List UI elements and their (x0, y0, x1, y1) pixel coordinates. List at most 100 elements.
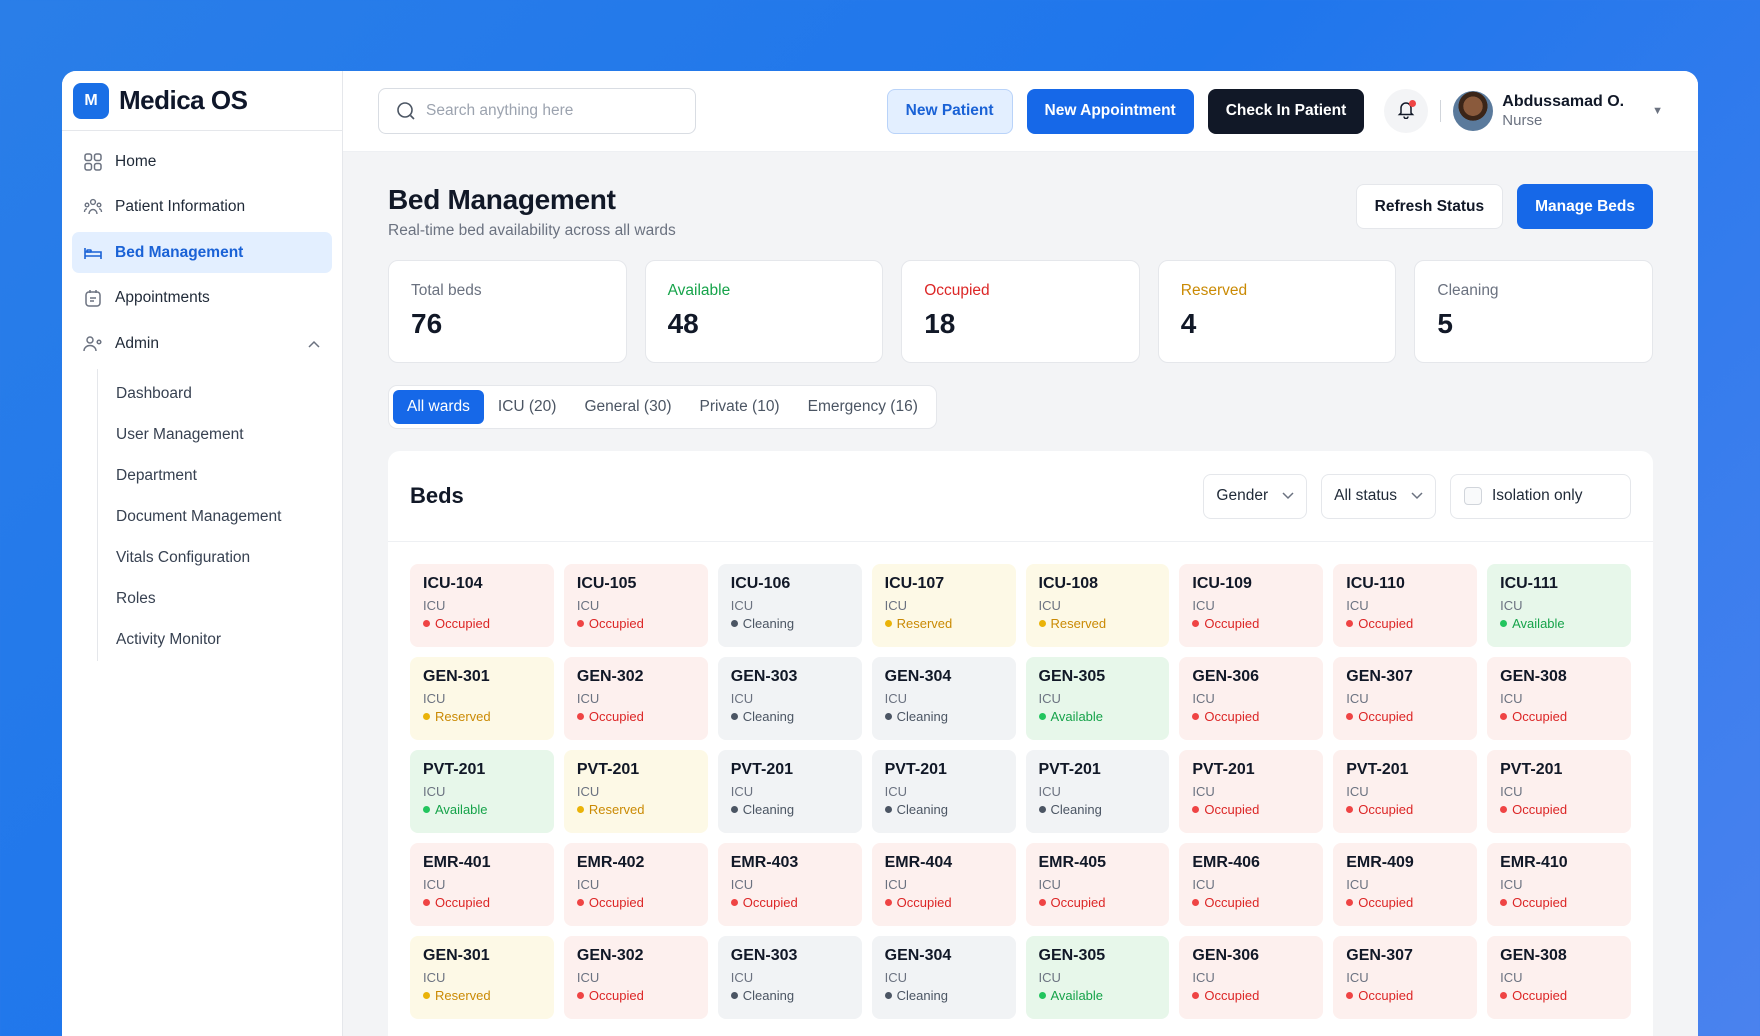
bed-card[interactable]: EMR-405 ICU Occupied (1025, 843, 1170, 926)
bed-status: Reserved (884, 616, 1003, 631)
brand[interactable]: M Medica OS (62, 71, 342, 131)
beds-header: Beds Gender All status Isolation only (388, 451, 1653, 542)
bed-card[interactable]: EMR-409 ICU Occupied (1333, 843, 1478, 926)
bed-id: EMR-409 (1346, 854, 1414, 871)
bed-card[interactable]: ICU-105 ICU Occupied (563, 564, 708, 647)
bed-status: Occupied (1346, 895, 1464, 910)
bed-card[interactable]: GEN-304 ICU Cleaning (871, 657, 1016, 740)
bed-ward: ICU (1038, 970, 1061, 985)
tab-all-wards[interactable]: All wards (393, 390, 484, 424)
isolation-only-checkbox[interactable]: Isolation only (1450, 473, 1631, 519)
bed-card[interactable]: PVT-201 ICU Cleaning (1025, 750, 1170, 833)
user-info[interactable]: Abdussamad O. Nurse (1502, 92, 1624, 129)
refresh-status-button[interactable]: Refresh Status (1355, 184, 1504, 229)
bed-card[interactable]: GEN-308 ICU Occupied (1487, 936, 1631, 1019)
bed-status-label: Occupied (1204, 895, 1260, 910)
bed-card[interactable]: GEN-307 ICU Occupied (1333, 936, 1478, 1019)
bed-ward: ICU (730, 877, 754, 892)
bed-card[interactable]: GEN-305 ICU Available (1025, 936, 1170, 1019)
avatar[interactable] (1453, 91, 1494, 131)
bed-card[interactable]: ICU-104 ICU Occupied (410, 564, 554, 647)
bed-card[interactable]: GEN-302 ICU Occupied (563, 936, 708, 1019)
bed-card[interactable]: PVT-201 ICU Available (410, 750, 554, 833)
new-patient-button[interactable]: New Patient (886, 88, 1013, 134)
tab-general[interactable]: General (30) (570, 390, 685, 424)
bed-card[interactable]: ICU-111 ICU Available (1487, 564, 1631, 647)
bed-card[interactable]: GEN-304 ICU Cleaning (871, 936, 1016, 1019)
status-filter[interactable]: All status (1321, 473, 1436, 519)
bed-id: ICU-104 (423, 575, 483, 592)
bed-status-label: Occupied (1358, 709, 1414, 724)
sidebar-item-patient-information[interactable]: Patient Information (72, 187, 332, 228)
bed-card[interactable]: EMR-402 ICU Occupied (563, 843, 708, 926)
bed-card[interactable]: PVT-201 ICU Cleaning (871, 750, 1016, 833)
notifications-button[interactable] (1384, 89, 1429, 133)
status-dot-icon (576, 806, 584, 813)
caret-down-icon[interactable]: ▼ (1652, 105, 1663, 117)
status-dot-icon (1346, 620, 1354, 627)
chevron-up-icon[interactable] (308, 335, 320, 353)
status-dot-icon (423, 899, 430, 906)
status-dot-icon (1500, 992, 1508, 999)
search-input[interactable]: Search anything here (378, 88, 696, 134)
bed-card[interactable]: GEN-308 ICU Occupied (1487, 657, 1631, 740)
sidebar-item-appointments[interactable]: Appointments (72, 278, 332, 319)
new-appointment-button[interactable]: New Appointment (1026, 88, 1194, 134)
sidebar-item-home[interactable]: Home (72, 141, 332, 182)
bed-status: Occupied (884, 895, 1003, 910)
sidebar-subitem-activity-monitor[interactable]: Activity Monitor (98, 620, 332, 661)
bed-status-label: Occupied (1512, 895, 1568, 910)
bed-card[interactable]: PVT-201 ICU Cleaning (717, 750, 862, 833)
page-title: Bed Management (388, 184, 616, 215)
tab-private[interactable]: Private (10) (685, 390, 793, 424)
stat-value: 4 (1180, 308, 1197, 339)
sidebar-subitem-document-management[interactable]: Document Management (98, 497, 332, 538)
bed-card[interactable]: GEN-305 ICU Available (1025, 657, 1170, 740)
bed-card[interactable]: EMR-410 ICU Occupied (1487, 843, 1631, 926)
bed-card[interactable]: GEN-306 ICU Occupied (1179, 936, 1324, 1019)
bed-card[interactable]: PVT-201 ICU Occupied (1179, 750, 1324, 833)
bed-card[interactable]: ICU-110 ICU Occupied (1333, 564, 1478, 647)
sidebar-item-admin[interactable]: Admin (72, 323, 332, 364)
bed-card[interactable]: PVT-201 ICU Occupied (1487, 750, 1631, 833)
bed-card[interactable]: PVT-201 ICU Reserved (563, 750, 708, 833)
tab-emergency[interactable]: Emergency (16) (794, 390, 932, 424)
bed-card[interactable]: GEN-301 ICU Reserved (410, 657, 554, 740)
sidebar-item-bed-management[interactable]: Bed Management (72, 232, 332, 273)
bed-ward: ICU (1038, 877, 1061, 892)
bed-card[interactable]: GEN-307 ICU Occupied (1333, 657, 1478, 740)
bed-card[interactable]: ICU-109 ICU Occupied (1179, 564, 1324, 647)
check-in-patient-button[interactable]: Check In Patient (1207, 88, 1365, 134)
bed-card[interactable]: ICU-108 ICU Reserved (1025, 564, 1170, 647)
status-dot-icon (730, 806, 738, 813)
bed-status: Occupied (730, 895, 849, 910)
bed-card[interactable]: EMR-403 ICU Occupied (717, 843, 862, 926)
bed-card[interactable]: GEN-303 ICU Cleaning (717, 936, 862, 1019)
bed-card[interactable]: EMR-404 ICU Occupied (871, 843, 1016, 926)
status-dot-icon (1500, 713, 1508, 720)
bed-card[interactable]: GEN-301 ICU Reserved (410, 936, 554, 1019)
manage-beds-button[interactable]: Manage Beds (1517, 184, 1653, 229)
bed-card[interactable]: ICU-107 ICU Reserved (871, 564, 1016, 647)
bed-grid: ICU-104 ICU Occupied ICU-105 ICU Occupied ICU-… (388, 542, 1653, 1019)
sidebar-subitem-vitals-configuration[interactable]: Vitals Configuration (98, 538, 332, 579)
sidebar-subitem-dashboard[interactable]: Dashboard (98, 374, 332, 415)
bed-status-label: Cleaning (1050, 802, 1102, 817)
tab-icu[interactable]: ICU (20) (484, 390, 571, 424)
checkbox-box[interactable] (1464, 487, 1482, 505)
gender-filter[interactable]: Gender (1203, 473, 1308, 519)
sidebar-subitem-roles[interactable]: Roles (98, 579, 332, 620)
bed-status: Available (1038, 988, 1157, 1003)
bed-card[interactable]: GEN-303 ICU Cleaning (717, 657, 862, 740)
bed-card[interactable]: PVT-201 ICU Occupied (1333, 750, 1478, 833)
sidebar-subitem-user-management[interactable]: User Management (98, 415, 332, 456)
bed-card[interactable]: ICU-106 ICU Cleaning (717, 564, 862, 647)
sidebar-subitem-department[interactable]: Department (98, 456, 332, 497)
bed-card[interactable]: EMR-406 ICU Occupied (1179, 843, 1324, 926)
bed-card[interactable]: GEN-302 ICU Occupied (563, 657, 708, 740)
status-dot-icon (576, 899, 584, 906)
top-bar: Search anything here New Patient New App… (343, 71, 1698, 152)
bed-card[interactable]: EMR-401 ICU Occupied (410, 843, 554, 926)
bed-card[interactable]: GEN-306 ICU Occupied (1179, 657, 1324, 740)
status-dot-icon (730, 713, 738, 720)
